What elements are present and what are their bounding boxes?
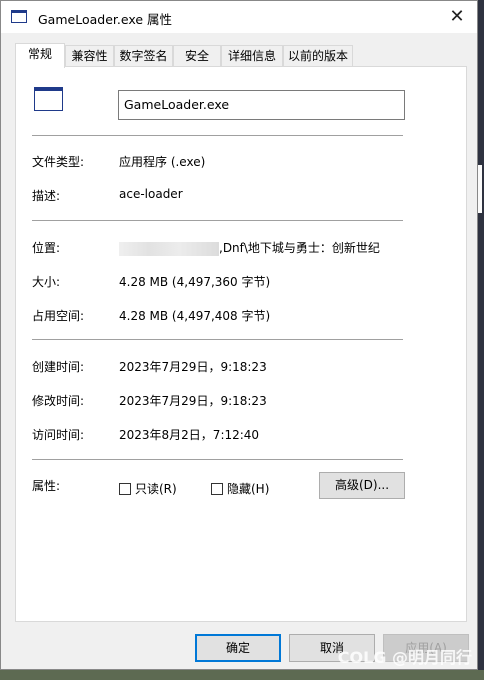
location-text: ,Dnf\地下城与勇士：创新世纪	[219, 241, 380, 255]
created-label: 创建时间:	[32, 360, 85, 374]
readonly-checkbox[interactable]: 只读(R)	[119, 480, 177, 497]
window-title: GameLoader.exe 属性	[38, 12, 173, 27]
exe-file-icon	[34, 87, 63, 111]
redacted-path	[119, 241, 219, 256]
checkbox-box[interactable]	[211, 483, 223, 495]
separator	[32, 339, 403, 340]
general-panel: GameLoader.exe 文件类型: 应用程序 (.exe) 描述: ace…	[15, 66, 467, 622]
modified-label: 修改时间:	[32, 394, 85, 408]
title-bar[interactable]: GameLoader.exe 属性 ✕	[1, 1, 477, 33]
tab-details[interactable]: 详细信息	[221, 45, 283, 66]
tab-security[interactable]: 安全	[173, 45, 221, 66]
file-name-input[interactable]: GameLoader.exe	[118, 90, 405, 120]
attributes-label: 属性:	[32, 479, 61, 493]
tab-general[interactable]: 常规	[15, 43, 65, 68]
size-label: 大小:	[32, 275, 61, 289]
tab-digital-signatures[interactable]: 数字签名	[114, 45, 173, 66]
accessed-value: 2023年8月2日，7:12:40	[119, 428, 260, 442]
readonly-label: 只读(R)	[135, 482, 177, 496]
app-window-icon	[11, 10, 27, 23]
hidden-checkbox[interactable]: 隐藏(H)	[211, 480, 269, 497]
disk-size-label: 占用空间:	[32, 309, 85, 323]
advanced-button[interactable]: 高级(D)...	[319, 472, 405, 499]
separator	[32, 135, 403, 136]
ok-button[interactable]: 确定	[195, 634, 281, 662]
accessed-label: 访问时间:	[32, 428, 85, 442]
description-label: 描述:	[32, 189, 61, 203]
checkbox-box[interactable]	[119, 483, 131, 495]
properties-dialog: GameLoader.exe 属性 ✕ 常规 兼容性 数字签名 安全 详细信息 …	[0, 0, 478, 670]
tab-previous-versions[interactable]: 以前的版本	[283, 45, 353, 66]
location-value: ,Dnf\地下城与勇士：创新世纪	[119, 239, 380, 256]
watermark: COLG @明月同行	[337, 648, 472, 667]
disk-size-value: 4.28 MB (4,497,408 字节)	[119, 309, 271, 323]
close-button[interactable]: ✕	[443, 5, 471, 29]
description-value: ace-loader	[119, 187, 183, 201]
created-value: 2023年7月29日，9:18:23	[119, 360, 267, 374]
tab-compatibility[interactable]: 兼容性	[65, 45, 114, 66]
file-type-label: 文件类型:	[32, 155, 85, 169]
size-value: 4.28 MB (4,497,360 字节)	[119, 275, 271, 289]
desktop-background-bottom	[0, 670, 484, 680]
file-type-value: 应用程序 (.exe)	[119, 155, 206, 169]
hidden-label: 隐藏(H)	[227, 482, 270, 496]
modified-value: 2023年7月29日，9:18:23	[119, 394, 267, 408]
location-label: 位置:	[32, 241, 61, 255]
separator	[32, 459, 403, 460]
separator	[32, 220, 403, 221]
